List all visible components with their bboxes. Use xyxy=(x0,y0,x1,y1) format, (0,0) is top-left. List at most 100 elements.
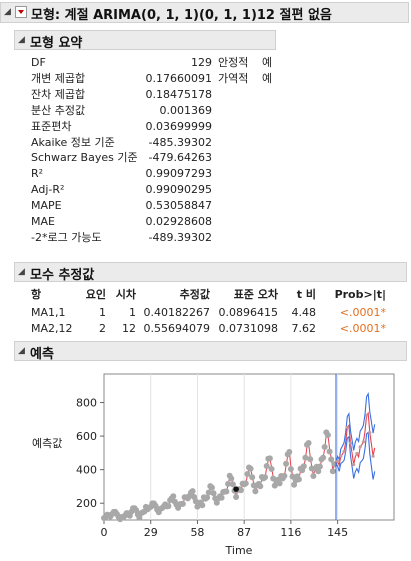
forecast-point xyxy=(352,462,356,467)
x-tick-label: 87 xyxy=(237,526,251,539)
summary-label: Akaike 정보 기준 xyxy=(31,135,115,149)
y-tick-label: 200 xyxy=(76,497,97,510)
actual-point[interactable] xyxy=(300,463,307,470)
actual-point[interactable] xyxy=(329,468,336,475)
actual-point[interactable] xyxy=(328,456,335,463)
actual-point[interactable] xyxy=(252,488,259,495)
summary-value: 0.53058847 xyxy=(145,199,212,213)
params-header: 요인 xyxy=(85,288,106,301)
actual-point[interactable] xyxy=(262,474,269,481)
actual-point[interactable] xyxy=(247,465,254,472)
forecast-point xyxy=(358,445,362,449)
actual-point[interactable] xyxy=(286,449,293,455)
actual-point[interactable] xyxy=(249,474,256,481)
forecast-point xyxy=(371,454,375,458)
x-tick-label: 116 xyxy=(280,526,301,539)
params-header: 표준 오차 xyxy=(233,288,278,301)
actual-point[interactable] xyxy=(283,460,290,467)
actual-point[interactable] xyxy=(281,472,288,479)
forecast-point xyxy=(345,425,349,429)
summary-label: 잔차 제곱합 xyxy=(31,87,86,101)
actual-point[interactable] xyxy=(189,488,196,495)
params-header: 항 xyxy=(31,288,42,301)
forecast-outline-header[interactable]: ◢ 예측 xyxy=(14,341,407,362)
params-header: 시차 xyxy=(115,288,136,301)
summary-side-label: 안정적 xyxy=(218,56,249,69)
summary-label: DF xyxy=(31,56,46,69)
actual-point[interactable] xyxy=(223,488,230,495)
summary-value: 129 xyxy=(191,56,212,69)
params-header: 추정값 xyxy=(179,288,210,301)
params-cell: 4.48 xyxy=(291,306,317,319)
params-cell: 1 xyxy=(99,306,106,319)
params-cell: 0.55694079 xyxy=(143,322,210,335)
summary-value: 0.17660091 xyxy=(145,71,212,85)
actual-point[interactable] xyxy=(321,444,328,450)
actual-point[interactable] xyxy=(276,480,283,487)
collapse-triangle-icon[interactable]: ◢ xyxy=(4,7,11,17)
y-tick-label: 600 xyxy=(76,430,97,443)
actual-point[interactable] xyxy=(307,456,314,463)
summary-outline-header[interactable]: ◢ 모형 요약 xyxy=(14,30,276,51)
actual-point[interactable] xyxy=(316,463,323,470)
actual-point[interactable] xyxy=(295,476,302,483)
actual-point[interactable] xyxy=(165,503,172,510)
actual-point[interactable] xyxy=(228,475,235,482)
params-cell: MA1,1 xyxy=(31,306,66,319)
actual-point[interactable] xyxy=(229,481,236,488)
collapse-triangle-icon[interactable]: ◢ xyxy=(18,267,25,277)
actual-point[interactable] xyxy=(210,490,217,497)
params-cell: 0.0896415 xyxy=(218,306,279,319)
summary-label: -2*로그 가능도 xyxy=(31,230,102,244)
summary-label: Schwarz Bayes 기준 xyxy=(31,151,138,165)
actual-point[interactable] xyxy=(257,483,264,490)
y-axis-label: 예측값 xyxy=(32,437,62,450)
summary-label: R² xyxy=(31,167,44,181)
forecast-point xyxy=(368,431,372,435)
actual-point[interactable] xyxy=(268,466,275,472)
x-axis-label: Time xyxy=(225,544,253,557)
collapse-triangle-icon[interactable]: ◢ xyxy=(18,35,25,45)
actual-point[interactable] xyxy=(324,432,331,439)
actual-point[interactable] xyxy=(233,494,240,500)
actual-point[interactable] xyxy=(326,448,333,455)
summary-value: 0.001369 xyxy=(159,103,213,117)
actual-point[interactable] xyxy=(237,487,244,494)
params-cell: 7.62 xyxy=(291,322,317,335)
forecast-point xyxy=(355,451,359,456)
params-cell: MA2,12 xyxy=(31,322,73,335)
forecast-title: 예측 xyxy=(30,347,54,362)
actual-point[interactable] xyxy=(170,493,177,500)
forecast-point xyxy=(342,449,346,453)
actual-point[interactable] xyxy=(310,473,317,479)
collapse-triangle-icon[interactable]: ◢ xyxy=(18,346,25,356)
actual-point[interactable] xyxy=(208,484,215,491)
summary-label: 표준편차 xyxy=(31,119,72,133)
x-tick-label: 0 xyxy=(101,526,108,539)
actual-point[interactable] xyxy=(266,455,273,462)
red-triangle-menu-icon[interactable] xyxy=(15,6,27,18)
actual-point[interactable] xyxy=(305,440,312,446)
actual-point[interactable] xyxy=(320,454,327,461)
params-cell: 0.0731098 xyxy=(218,322,279,335)
summary-value: 0.99097293 xyxy=(145,167,212,181)
summary-label: MAPE xyxy=(31,199,62,213)
params-outline-header[interactable]: ◢ 모수 추정값 xyxy=(14,262,407,283)
actual-point[interactable] xyxy=(199,502,206,509)
summary-side-value: 예 xyxy=(262,56,273,69)
forecast-point xyxy=(365,413,369,417)
actual-point[interactable] xyxy=(287,466,294,472)
y-tick-label: 400 xyxy=(76,464,97,477)
x-tick-label: 58 xyxy=(190,526,204,539)
model-outline-header[interactable]: ◢ 모형: 계절 ARIMA(0, 1, 1)(0, 1, 1)12 절편 없음 xyxy=(0,2,409,23)
params-title: 모수 추정값 xyxy=(30,268,95,283)
actual-point[interactable] xyxy=(179,500,186,507)
params-cell: 12 xyxy=(122,322,136,335)
params-cell: <.0001* xyxy=(339,306,386,319)
forecast-chart[interactable]: 0 29 58 87 116 145 200 400 600 800 Time 예측값 xyxy=(0,368,411,561)
actual-point[interactable] xyxy=(242,480,249,487)
params-cell: <.0001* xyxy=(339,322,386,335)
selected-point[interactable] xyxy=(233,486,239,492)
actual-point[interactable] xyxy=(218,494,225,501)
forecast-point xyxy=(336,459,340,463)
